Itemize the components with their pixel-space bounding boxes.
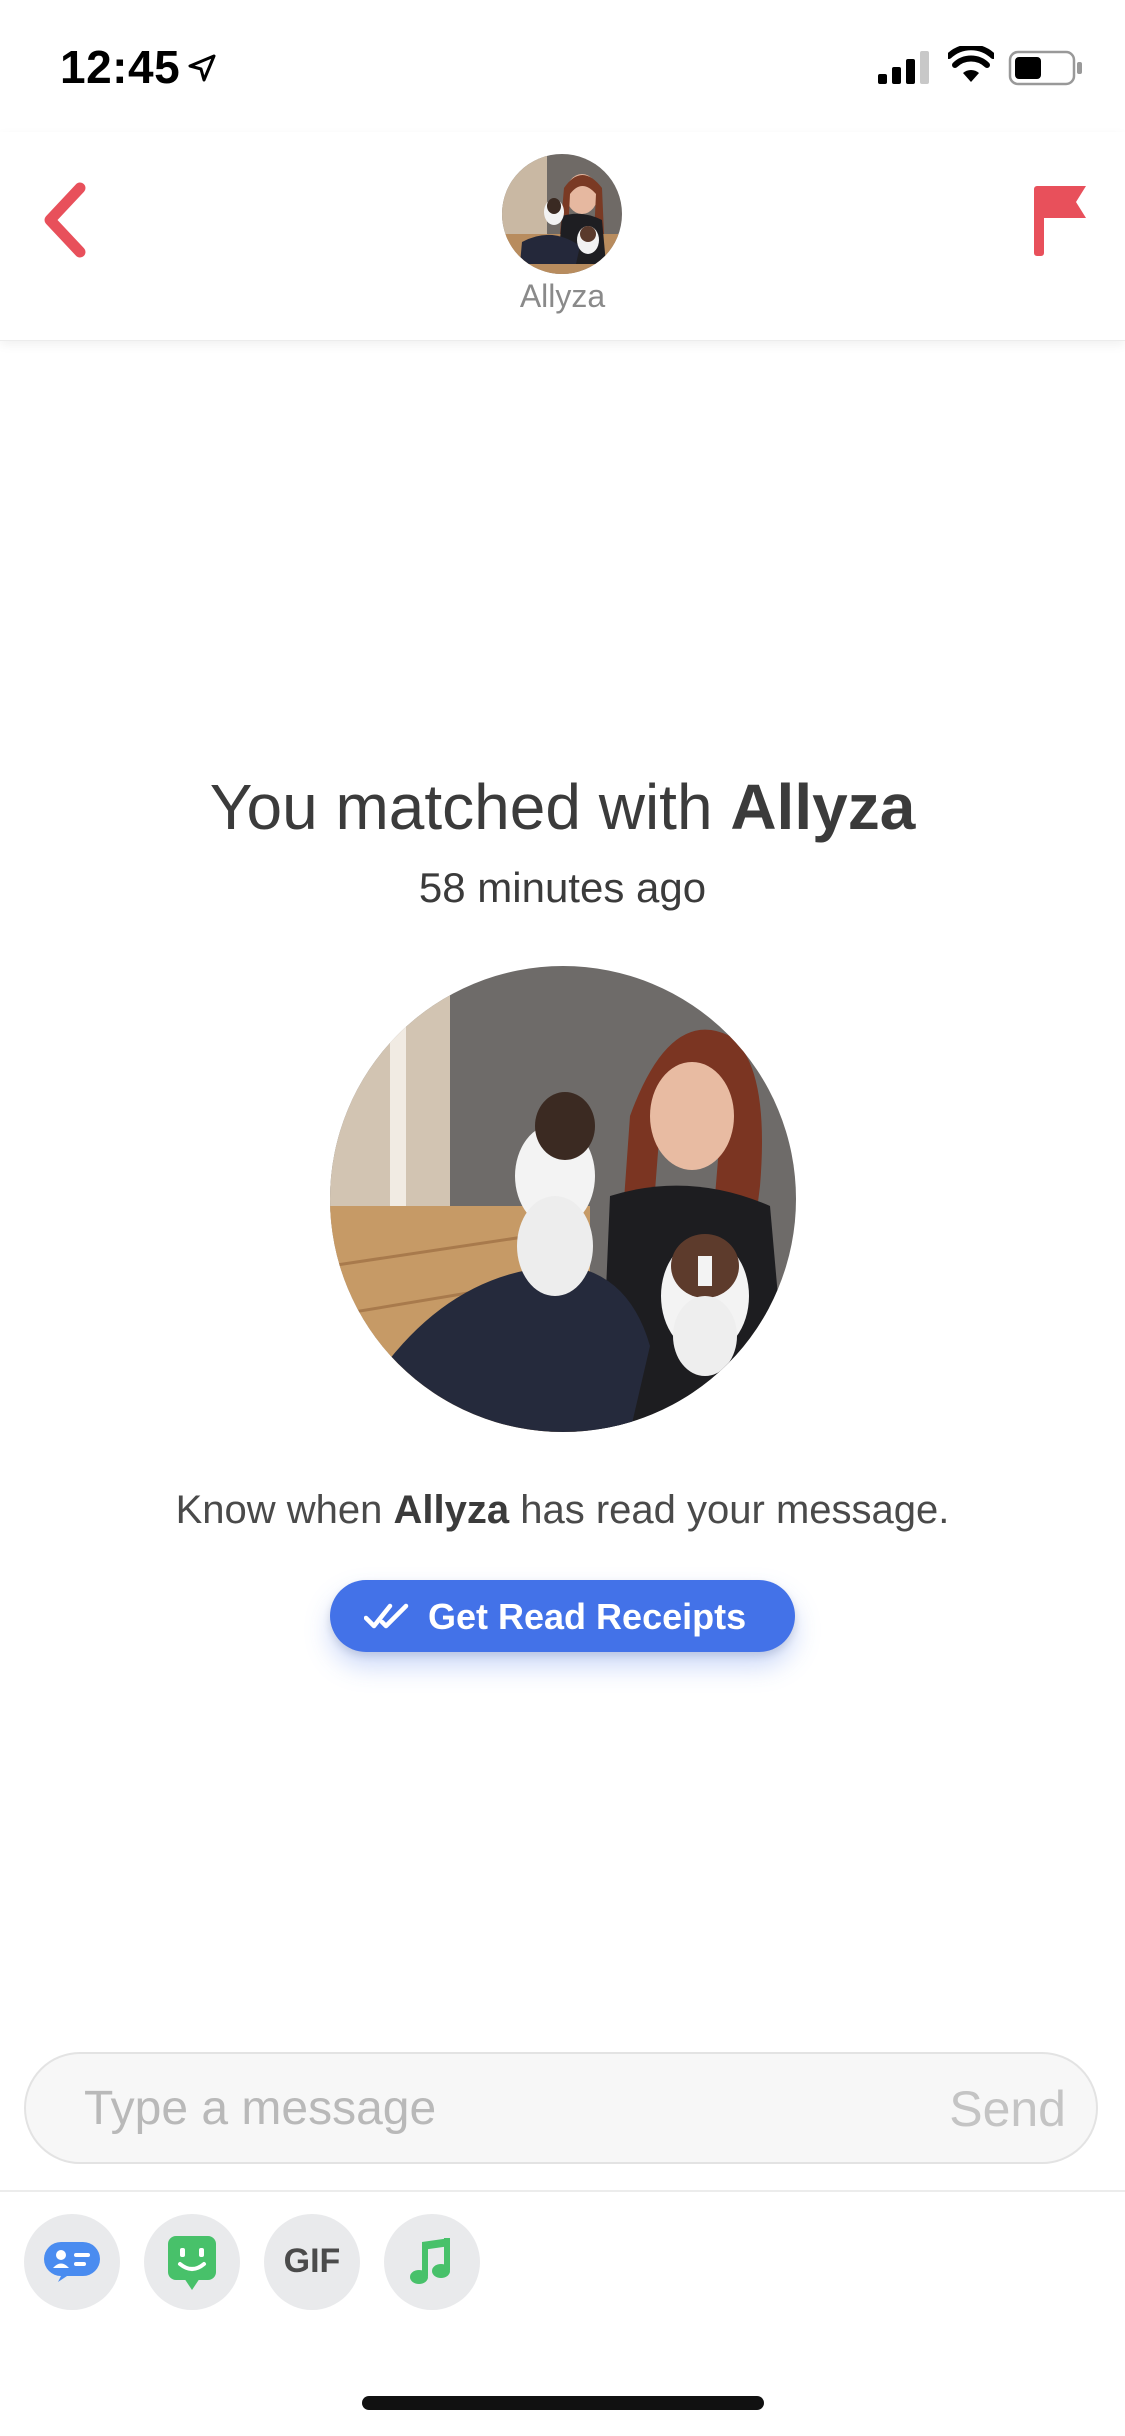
avatar-photo bbox=[502, 154, 622, 274]
gif-label: GIF bbox=[283, 2242, 341, 2280]
share-profile-button[interactable] bbox=[24, 2214, 120, 2310]
match-profile-photo[interactable] bbox=[330, 966, 796, 1432]
get-read-receipts-button[interactable]: Get Read Receipts bbox=[330, 1580, 795, 1652]
header-avatar[interactable] bbox=[502, 154, 622, 274]
flag-icon[interactable] bbox=[1030, 182, 1090, 258]
match-name: Allyza bbox=[730, 771, 916, 843]
gif-button[interactable]: GIF bbox=[264, 2214, 360, 2310]
receipt-name: Allyza bbox=[393, 1488, 510, 1532]
status-bar: 12:45 bbox=[0, 0, 1125, 132]
signal-icon bbox=[878, 51, 929, 84]
message-composer: Send bbox=[24, 2052, 1098, 2164]
message-input[interactable] bbox=[82, 2074, 886, 2142]
profile-card-icon bbox=[44, 2242, 100, 2282]
music-note-icon bbox=[410, 2238, 450, 2284]
toolbar-divider bbox=[0, 2190, 1125, 2192]
receipts-button-label: Get Read Receipts bbox=[428, 1596, 747, 1637]
chat-header: Allyza bbox=[0, 132, 1125, 341]
battery-icon bbox=[1008, 50, 1082, 86]
back-chevron-icon[interactable] bbox=[38, 180, 92, 260]
header-name: Allyza bbox=[519, 278, 606, 314]
profile-photo-image bbox=[330, 966, 796, 1432]
receipt-suffix: has read your message. bbox=[509, 1488, 950, 1532]
home-indicator bbox=[362, 2396, 764, 2410]
match-time: 58 minutes ago bbox=[418, 864, 707, 911]
sticker-button[interactable] bbox=[144, 2214, 240, 2310]
location-arrow-icon bbox=[188, 54, 216, 82]
send-button[interactable]: Send bbox=[949, 2080, 1066, 2138]
status-time: 12:45 bbox=[60, 41, 181, 93]
read-receipt-prompt: Know when Allyza has read your message. bbox=[0, 1488, 1125, 1533]
receipt-prefix: Know when bbox=[175, 1488, 394, 1532]
match-title-prefix: You matched with bbox=[209, 771, 731, 843]
double-check-icon bbox=[364, 1603, 409, 1629]
match-title: You matched with Allyza bbox=[0, 770, 1125, 844]
music-button[interactable] bbox=[384, 2214, 480, 2310]
wifi-icon bbox=[948, 46, 994, 82]
sticker-icon bbox=[168, 2236, 216, 2290]
